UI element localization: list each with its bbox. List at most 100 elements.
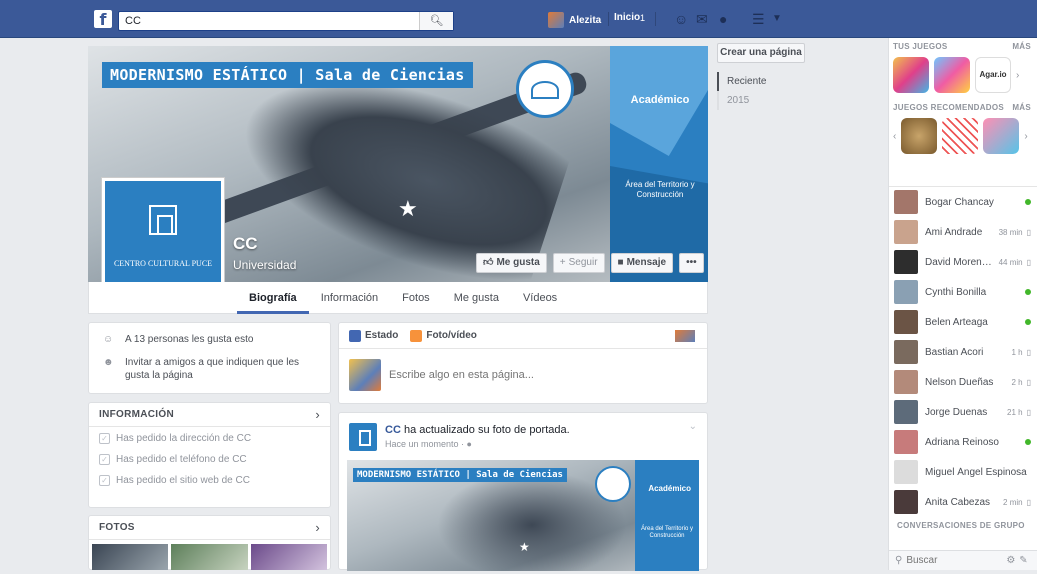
info-card: INFORMACIÓN › ✓ Has pedido la dirección d… xyxy=(88,402,331,508)
composer-photo-tab[interactable]: Foto/vídeo xyxy=(410,329,477,342)
chat-contact[interactable]: Bogar Chancay xyxy=(889,187,1037,217)
chat-last-active: 38 min xyxy=(998,227,1023,237)
photo-thumbnail[interactable] xyxy=(171,544,248,570)
search-icon: ⚲ xyxy=(895,555,903,566)
chat-contact[interactable]: Jorge Duenas 21 h ▯ xyxy=(889,397,1037,427)
chat-contact[interactable]: Cynthi Bonilla xyxy=(889,277,1037,307)
profile-link[interactable]: Alezita xyxy=(548,12,601,28)
page-category[interactable]: Universidad xyxy=(233,258,296,272)
chat-contact-name: Belen Arteaga xyxy=(925,316,988,328)
search-input[interactable] xyxy=(119,12,419,30)
privacy-shortcuts-icon[interactable]: ☰ xyxy=(752,11,765,27)
tab-biografia[interactable]: Biografía xyxy=(237,282,309,314)
game-tile[interactable] xyxy=(934,57,970,93)
compose-icon[interactable]: ✎ xyxy=(1019,555,1027,566)
chevron-right-icon[interactable]: › xyxy=(1016,70,1019,81)
avatar xyxy=(894,250,918,274)
account-menu-chevron-icon[interactable]: ▼ xyxy=(772,11,782,27)
games-more-link[interactable]: MÁS xyxy=(1012,42,1031,51)
check-icon: ✓ xyxy=(99,433,110,444)
post-timestamp[interactable]: Hace un momento · ● xyxy=(385,439,570,449)
info-item-website[interactable]: ✓ Has pedido el sitio web de CC xyxy=(89,469,330,490)
chat-contact[interactable]: Nelson Dueñas 2 h ▯ xyxy=(889,367,1037,397)
cover-logo-icon xyxy=(516,60,574,118)
likes-card: ☺ A 13 personas les gusta esto ☻ Invitar… xyxy=(88,322,331,394)
chat-contact[interactable]: Anita Cabezas 2 min ▯ xyxy=(889,487,1037,517)
mobile-icon: ▯ xyxy=(1026,407,1031,417)
chat-contact[interactable]: Miguel Ángel Espinosa xyxy=(889,457,1037,487)
facebook-logo-icon[interactable]: f xyxy=(94,10,112,29)
mobile-icon: ▯ xyxy=(1026,347,1031,357)
follow-button[interactable]: + Seguir xyxy=(552,253,605,273)
people-icon: ☺ xyxy=(103,334,114,345)
avatar xyxy=(894,400,918,424)
friend-requests-icon[interactable]: ☺ xyxy=(674,11,688,27)
chat-list: Bogar Chancay Ami Andrade 38 min ▯ David Mor… xyxy=(889,186,1037,517)
page-title[interactable]: CC xyxy=(233,234,258,254)
tab-me-gusta[interactable]: Me gusta xyxy=(442,282,511,314)
recommended-games-header: JUEGOS RECOMENDADOS xyxy=(893,103,1005,112)
photos-card: FOTOS › xyxy=(88,515,331,570)
chat-contact-name: Bastian Acori xyxy=(925,346,984,358)
game-tile[interactable] xyxy=(942,118,979,154)
game-tile[interactable] xyxy=(983,118,1020,154)
info-item-address[interactable]: ✓ Has pedido la dirección de CC xyxy=(89,427,330,448)
game-tile[interactable] xyxy=(901,118,938,154)
avatar xyxy=(894,190,918,214)
post-image[interactable]: ★ MODERNISMO ESTÁTICO | Sala de Ciencias… xyxy=(347,460,699,571)
chat-last-active: 2 min xyxy=(1003,497,1023,507)
chevron-right-icon[interactable]: › xyxy=(1024,131,1027,142)
check-icon: ✓ xyxy=(99,454,110,465)
chat-contact-name: Anita Cabezas xyxy=(925,496,991,508)
globe-icon: ● xyxy=(466,439,472,449)
game-tile[interactable] xyxy=(893,57,929,93)
create-page-button[interactable]: Crear una página xyxy=(717,43,805,63)
chat-contact[interactable]: Adriana Reinoso xyxy=(889,427,1037,457)
chat-search-input[interactable] xyxy=(906,555,1003,566)
mobile-icon: ▯ xyxy=(1026,227,1031,237)
chat-contact[interactable]: Bastian Acori 1 h ▯ xyxy=(889,337,1037,367)
chat-contact[interactable]: David Moreno... 44 min ▯ xyxy=(889,247,1037,277)
composer-input[interactable] xyxy=(389,369,669,381)
home-link[interactable]: Inicio xyxy=(614,12,640,23)
search-icon[interactable]: 🔍︎ xyxy=(419,12,453,30)
timeline-year-2015[interactable]: 2015 xyxy=(719,91,809,110)
invite-friends-row[interactable]: ☻ Invitar a amigos a que indiquen que le… xyxy=(89,346,330,382)
gear-icon[interactable]: ⚙ xyxy=(1006,555,1015,566)
cover-update-post: CC ha actualizado su foto de portada. Ha… xyxy=(338,412,708,571)
notifications-globe-icon[interactable]: ● xyxy=(719,11,727,27)
tab-videos[interactable]: Vídeos xyxy=(511,282,569,314)
photos-card-header[interactable]: FOTOS › xyxy=(89,516,330,540)
like-page-button[interactable]: 👍︎ Me gusta xyxy=(476,253,547,273)
timeline-recent[interactable]: Reciente xyxy=(717,72,809,91)
chevron-left-icon[interactable]: ‹ xyxy=(893,131,896,142)
chat-contact[interactable]: Belen Arteaga xyxy=(889,307,1037,337)
composer-status-tab[interactable]: Estado xyxy=(349,329,398,342)
info-item-phone[interactable]: ✓ Has pedido el teléfono de CC xyxy=(89,448,330,469)
photo-thumbnail[interactable] xyxy=(250,544,327,570)
recommended-more-link[interactable]: MÁS xyxy=(1012,103,1031,112)
chevron-right-icon: › xyxy=(315,520,320,535)
post-author-avatar[interactable] xyxy=(349,423,377,451)
avatar xyxy=(894,310,918,334)
message-button[interactable]: ■ Mensaje xyxy=(610,253,674,273)
tab-informacion[interactable]: Información xyxy=(309,282,390,314)
photo-icon xyxy=(410,329,423,342)
tab-fotos[interactable]: Fotos xyxy=(390,282,442,314)
post-options-chevron-icon[interactable]: ⌄ xyxy=(689,421,697,432)
info-card-header[interactable]: INFORMACIÓN › xyxy=(89,403,330,427)
photo-thumbnail[interactable] xyxy=(92,544,169,570)
post-author-link[interactable]: CC xyxy=(385,424,401,436)
chat-contact-name: Adriana Reinoso xyxy=(925,436,999,448)
messages-icon[interactable]: ✉ xyxy=(696,11,708,27)
post-as-selector[interactable] xyxy=(675,330,695,342)
chat-contact-name: David Moreno... xyxy=(925,256,995,268)
cover-title: MODERNISMO ESTÁTICO | Sala de Ciencias xyxy=(102,62,473,88)
more-button[interactable]: ••• xyxy=(679,253,704,273)
chat-contact[interactable]: Ami Andrade 38 min ▯ xyxy=(889,217,1037,247)
game-tile-agario[interactable]: Agar.io xyxy=(975,57,1011,93)
likes-count-row[interactable]: ☺ A 13 personas les gusta esto xyxy=(89,323,330,346)
avatar xyxy=(894,430,918,454)
page-tabs-bar: Biografía Información Fotos Me gusta Víd… xyxy=(88,282,708,314)
check-icon: ✓ xyxy=(99,475,110,486)
